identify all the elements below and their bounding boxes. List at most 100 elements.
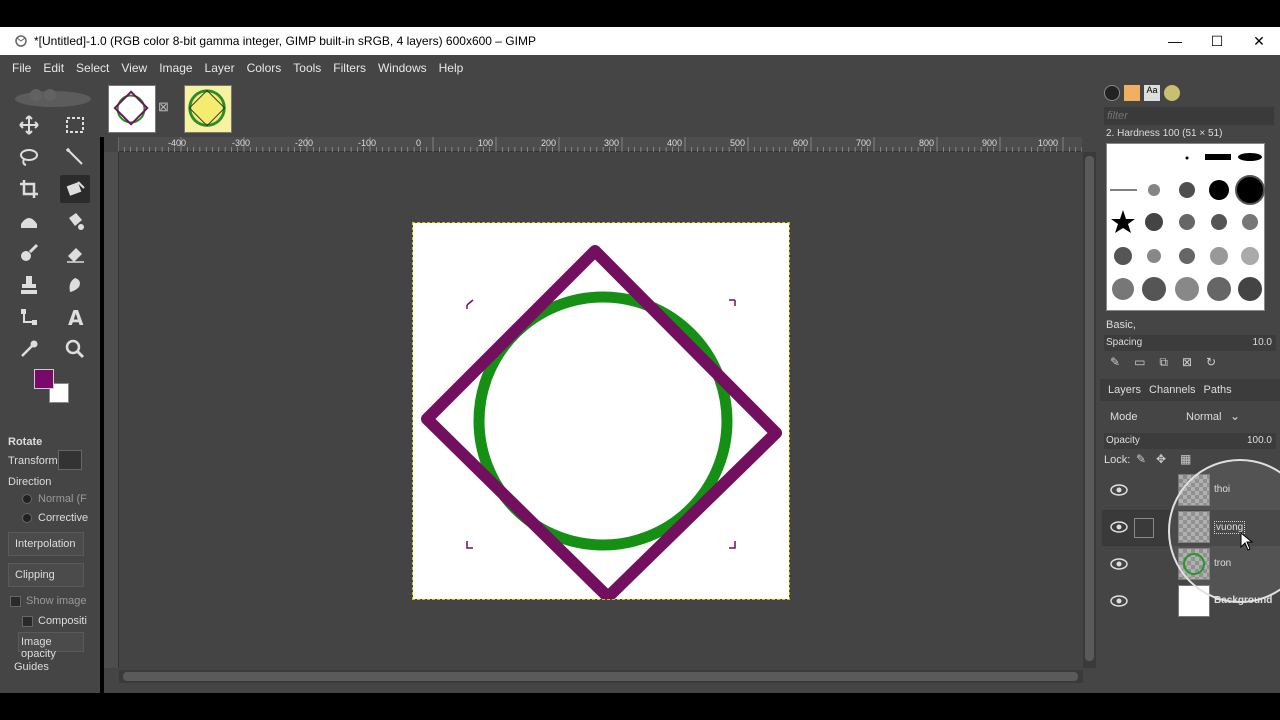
lock-pixels-icon[interactable]: ✎ (1136, 452, 1146, 466)
paths-tool-icon[interactable] (14, 303, 44, 331)
close-button[interactable]: ✕ (1238, 27, 1280, 55)
menu-image[interactable]: Image (159, 61, 192, 75)
tab-channels[interactable]: Channels (1149, 384, 1195, 396)
image-opacity-slider[interactable]: Image opacity (18, 632, 84, 660)
fg-bg-color-selector[interactable] (34, 369, 74, 405)
right-dock: Aa 2. Hardness 100 (51 × 51) (1100, 81, 1280, 693)
eraser-tool-icon[interactable] (60, 239, 90, 267)
direction-corrective-label: Corrective (38, 512, 89, 524)
visibility-eye-icon[interactable] (1110, 483, 1128, 497)
spacing-value: 10.0 (1252, 337, 1272, 348)
image-tab-untitled[interactable] (108, 85, 156, 133)
mode-dropdown[interactable]: Normal (1186, 411, 1221, 423)
brush-title: 2. Hardness 100 (51 × 51) (1106, 128, 1223, 139)
bucket-fill-tool-icon[interactable] (60, 207, 90, 235)
foreground-color-swatch[interactable] (34, 369, 54, 389)
direction-label: Direction (8, 476, 52, 488)
transform-label: Transform: (8, 455, 61, 467)
patterns-tab-icon[interactable] (1124, 85, 1140, 101)
brush-spacing-slider[interactable]: Spacing 10.0 (1104, 335, 1276, 351)
lock-position-icon[interactable]: ✥ (1156, 452, 1166, 466)
ruler-label: 600 (793, 138, 809, 148)
mode-label: Mode (1110, 411, 1138, 423)
visibility-eye-icon[interactable] (1110, 520, 1128, 534)
menu-bar: File Edit Select View Image Layer Colors… (0, 55, 1280, 81)
maximize-button[interactable]: ☐ (1196, 27, 1238, 55)
fuzzy-select-tool-icon[interactable] (60, 143, 90, 171)
brush-filter-input[interactable] (1104, 107, 1274, 125)
guides-dropdown[interactable]: Guides (14, 661, 49, 673)
brush-grid[interactable] (1106, 143, 1265, 311)
svg-text:A: A (68, 306, 84, 328)
refresh-brushes-icon[interactable]: ↻ (1206, 355, 1216, 370)
tab-paths[interactable]: Paths (1204, 384, 1232, 396)
layer-opacity-slider[interactable]: Opacity 100.0 (1104, 433, 1276, 449)
interpolation-dropdown[interactable]: Interpolation (8, 532, 84, 556)
layers-dock-tabs: Layers Channels Paths (1100, 379, 1280, 401)
menu-select[interactable]: Select (76, 61, 109, 75)
show-image-preview-checkbox[interactable] (10, 596, 21, 607)
menu-windows[interactable]: Windows (378, 61, 427, 75)
chevron-down-icon[interactable]: ⌄ (1230, 409, 1240, 423)
image-tab-logo[interactable] (184, 85, 232, 133)
paintbrush-tool-icon[interactable] (14, 239, 44, 267)
ruler-label: -100 (358, 138, 377, 148)
fonts-tab-icon[interactable]: Aa (1144, 85, 1160, 101)
visibility-eye-icon[interactable] (1110, 594, 1128, 608)
new-brush-icon[interactable]: ▭ (1134, 355, 1145, 370)
menu-view[interactable]: View (121, 61, 147, 75)
crop-tool-icon[interactable] (14, 175, 44, 203)
ruler-label: 500 (730, 138, 746, 148)
ruler-label: 0 (416, 138, 422, 148)
menu-colors[interactable]: Colors (247, 61, 282, 75)
composite-checkbox[interactable] (22, 616, 33, 627)
ruler-label: 800 (919, 138, 935, 148)
opacity-value: 100.0 (1246, 435, 1272, 446)
menu-help[interactable]: Help (439, 61, 464, 75)
tab-layers[interactable]: Layers (1108, 384, 1141, 396)
menu-file[interactable]: File (12, 61, 31, 75)
duplicate-brush-icon[interactable]: ⧉ (1159, 355, 1168, 370)
mouse-cursor-icon (1240, 532, 1254, 551)
delete-brush-icon[interactable]: ⊠ (1182, 355, 1192, 370)
ruler-label: 1000 (1038, 138, 1059, 148)
unified-transform-tool-icon[interactable] (60, 175, 90, 203)
image-tabs-bar: ⊠ (100, 81, 1100, 137)
direction-corrective-radio[interactable] (22, 513, 32, 523)
smudge-tool-icon[interactable] (60, 271, 90, 299)
taskbar-strip (0, 693, 1280, 720)
lock-label: Lock: (1104, 454, 1131, 466)
vertical-scrollbar[interactable] (1083, 152, 1096, 668)
window-titlebar: *[Untitled]-1.0 (RGB color 8-bit gamma i… (0, 27, 1280, 55)
close-tab-icon[interactable]: ⊠ (158, 99, 169, 115)
direction-normal-radio[interactable] (22, 494, 32, 504)
gradients-tab-icon[interactable] (1164, 85, 1180, 101)
lasso-tool-icon[interactable] (14, 143, 44, 171)
brush-tag-field[interactable]: Basic, (1106, 319, 1136, 331)
horizontal-ruler[interactable]: -400 -300 -200 -100 0 100 200 300 400 50… (118, 137, 1082, 152)
menu-filters[interactable]: Filters (333, 61, 366, 75)
color-picker-tool-icon[interactable] (14, 335, 44, 363)
rect-select-tool-icon[interactable] (60, 111, 90, 139)
zoom-tool-icon[interactable] (60, 335, 90, 363)
text-tool-icon[interactable]: A (60, 303, 90, 331)
visibility-eye-icon[interactable] (1110, 557, 1128, 571)
direction-normal-label: Normal (F (38, 493, 87, 505)
clipping-dropdown[interactable]: Clipping (8, 563, 84, 587)
edit-brush-icon[interactable]: ✎ (1110, 355, 1120, 370)
vertical-ruler[interactable] (104, 152, 119, 668)
menu-tools[interactable]: Tools (293, 61, 321, 75)
minimize-button[interactable]: — (1154, 27, 1196, 55)
menu-edit[interactable]: Edit (43, 61, 64, 75)
chain-link-toggle[interactable] (1134, 518, 1154, 538)
brush-actions: ✎ ▭ ⧉ ⊠ ↻ (1110, 355, 1216, 370)
menu-layer[interactable]: Layer (205, 61, 235, 75)
brushes-tab-icon[interactable] (1104, 85, 1120, 101)
clone-tool-icon[interactable] (14, 271, 44, 299)
horizontal-scrollbar[interactable] (119, 670, 1083, 683)
image-canvas[interactable] (412, 222, 790, 603)
show-image-label: Show image (26, 595, 87, 607)
transform-layer-button[interactable] (58, 450, 82, 470)
move-tool-icon[interactable] (14, 111, 44, 139)
warp-tool-icon[interactable] (14, 207, 44, 235)
